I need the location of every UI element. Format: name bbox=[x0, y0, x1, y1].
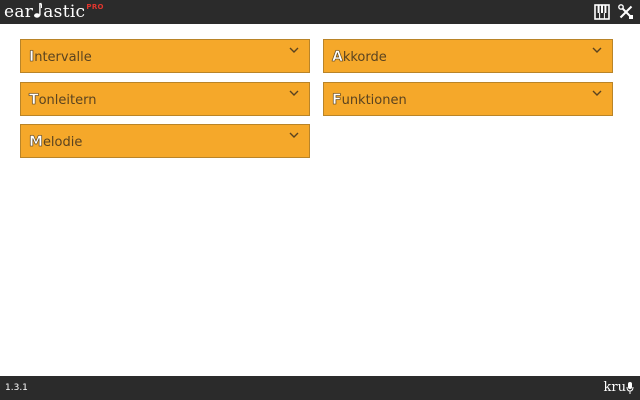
bottom-bar: 1.3.1 kru bbox=[0, 376, 640, 400]
version-label: 1.3.1 bbox=[5, 383, 28, 393]
menu-item-initial: T bbox=[29, 92, 39, 109]
menu-item-text: kkorde bbox=[342, 50, 387, 65]
menu-item-initial: A bbox=[332, 49, 343, 66]
menu-item-melodie[interactable]: Melodie bbox=[20, 124, 310, 158]
chevron-down-icon bbox=[289, 132, 299, 138]
chevron-down-icon bbox=[592, 47, 602, 53]
menu-item-funktionen[interactable]: Funktionen bbox=[323, 82, 613, 116]
menu-item-akkorde[interactable]: Akkorde bbox=[323, 39, 613, 73]
menu-item-initial: F bbox=[332, 92, 342, 109]
chevron-down-icon bbox=[289, 47, 299, 53]
menu-item-label: Tonleitern bbox=[29, 92, 97, 109]
menu-item-initial: M bbox=[29, 134, 44, 151]
chevron-down-icon bbox=[289, 90, 299, 96]
chevron-down-icon bbox=[592, 90, 602, 96]
menu-item-label: Funktionen bbox=[332, 92, 407, 109]
menu-item-intervalle[interactable]: Intervalle bbox=[20, 39, 310, 73]
pro-badge: PRO bbox=[86, 3, 104, 11]
menu-item-label: Melodie bbox=[29, 134, 83, 151]
tools-icon[interactable] bbox=[618, 4, 634, 20]
app-logo: ear astic PRO bbox=[4, 1, 104, 23]
menu-item-text: onleitern bbox=[38, 93, 97, 108]
music-note-icon bbox=[34, 1, 43, 18]
menu-item-tonleitern[interactable]: Tonleitern bbox=[20, 82, 310, 116]
menu-item-text: unktionen bbox=[341, 93, 407, 108]
menu-item-text: elodie bbox=[42, 135, 83, 150]
menu-item-label: Intervalle bbox=[29, 49, 92, 66]
brand-text: kru bbox=[603, 380, 626, 395]
logo-text-left: ear bbox=[4, 2, 34, 22]
menu-item-text: ntervalle bbox=[34, 50, 92, 65]
top-bar: ear astic PRO bbox=[0, 0, 640, 24]
menu-item-label: Akkorde bbox=[332, 49, 387, 66]
brand-logo: kru bbox=[604, 379, 634, 397]
microphone-icon bbox=[626, 382, 634, 394]
logo-text-right: astic bbox=[43, 2, 86, 22]
piano-keys-icon[interactable] bbox=[594, 4, 610, 20]
toolbar bbox=[594, 3, 634, 21]
